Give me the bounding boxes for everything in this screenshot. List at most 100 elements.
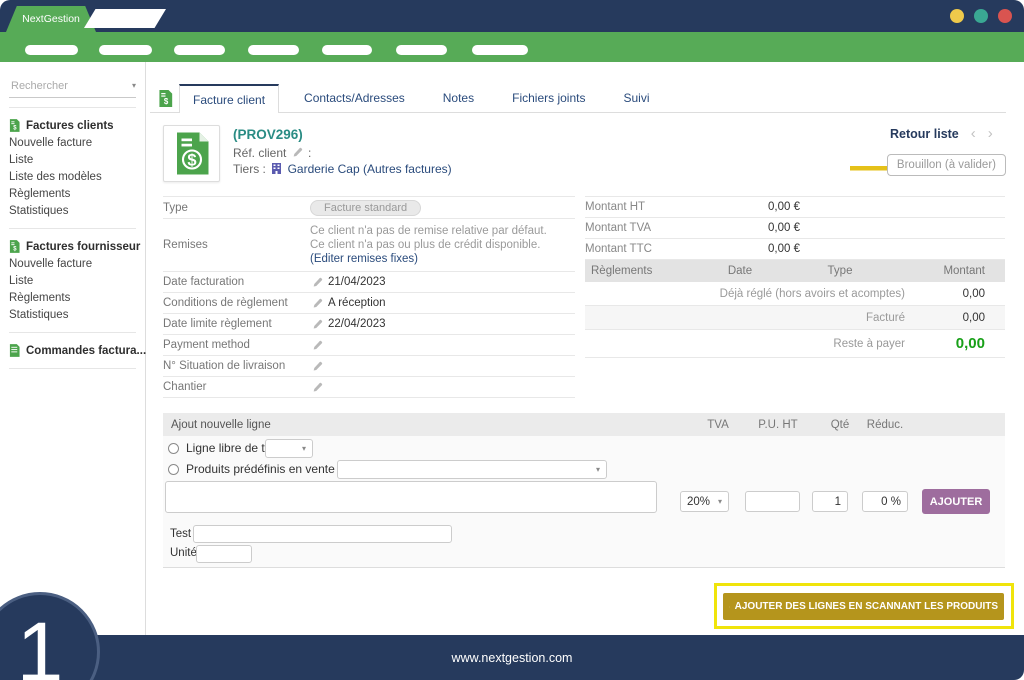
yellow-dot-icon (950, 9, 964, 23)
status-badge: Brouillon (à valider) (887, 154, 1006, 176)
detail-row: Date facturation 21/04/2023 (163, 272, 575, 293)
deja-regle-row: Déjà réglé (hors avoirs et acomptes) 0,0… (585, 282, 1005, 306)
invoice-icon: $ (9, 240, 20, 253)
invoice-icon: $ (174, 132, 210, 175)
edit-pencil-icon[interactable] (312, 298, 323, 309)
sidebar-item[interactable]: Liste (0, 272, 145, 289)
search-input[interactable] (9, 79, 132, 93)
edit-pencil-icon[interactable] (312, 340, 323, 351)
reste-a-payer-row: Reste à payer 0,00 (585, 330, 1005, 358)
menu-pill-2[interactable] (99, 45, 152, 55)
sidebar-section-factures-clients[interactable]: $ Factures clients (0, 117, 145, 134)
add-line-header: Ajout nouvelle ligne TVA P.U. HT Qté Réd… (163, 413, 1005, 436)
edit-pencil-icon[interactable] (292, 147, 303, 158)
tiers-link[interactable]: Garderie Cap (Autres factures) (288, 162, 452, 176)
chevron-down-icon[interactable]: ▾ (132, 82, 136, 90)
tab-notes[interactable]: Notes (430, 84, 487, 112)
tab-contacts-adresses[interactable]: Contacts/Adresses (291, 84, 418, 112)
teal-dot-icon (974, 9, 988, 23)
col-pu-ht: P.U. HT (758, 413, 797, 436)
detail-row: N° Situation de livraison (163, 356, 575, 377)
sidebar-item[interactable]: Liste (0, 151, 145, 168)
menu-pill-3[interactable] (174, 45, 225, 55)
menu-pill-1[interactable] (25, 45, 78, 55)
detail-row-remises: Remises Ce client n'a pas de remise rela… (163, 219, 575, 272)
sidebar-section-commandes[interactable]: Commandes factura... (0, 342, 145, 359)
ajouter-button[interactable]: AJOUTER (922, 489, 990, 514)
col-tva: TVA (707, 413, 729, 436)
sidebar-item[interactable]: Nouvelle facture (0, 255, 145, 272)
svg-text:$: $ (187, 152, 196, 170)
retour-liste-link[interactable]: Retour liste (890, 127, 959, 141)
tab-suivi[interactable]: Suivi (610, 84, 662, 112)
menu-pill-6[interactable] (396, 45, 447, 55)
detail-row: Date limite règlement 22/04/2023 (163, 314, 575, 335)
scan-products-button[interactable]: AJOUTER DES LIGNES EN SCANNANT LES PRODU… (723, 593, 1004, 620)
free-line-type-select[interactable]: ▾ (265, 439, 313, 458)
edit-pencil-icon[interactable] (312, 277, 323, 288)
invoice-icon: $ (158, 90, 173, 107)
test-input[interactable] (193, 525, 452, 543)
company-icon (272, 163, 281, 174)
menu-pill-4[interactable] (248, 45, 299, 55)
edit-pencil-icon[interactable] (312, 361, 323, 372)
totals-table: Montant HT 0,00 € Montant TVA 0,00 € Mon… (585, 196, 1005, 358)
unite-input[interactable] (196, 545, 252, 563)
detail-row: Payment method (163, 335, 575, 356)
barcode-icon (729, 602, 730, 612)
chevron-left-icon[interactable]: ‹ (971, 126, 976, 141)
detail-row: Conditions de règlement A réception (163, 293, 575, 314)
qte-input[interactable] (812, 491, 848, 512)
app-window: NextGestion ▾ $ Factures clients Nouvell… (0, 0, 1024, 680)
product-select[interactable]: ▾ (337, 460, 607, 479)
tab-fichiers-joints[interactable]: Fichiers joints (499, 84, 598, 112)
unite-label: Unité (170, 547, 197, 559)
chevron-down-icon: ▾ (718, 498, 722, 506)
tiers-row: Tiers : Garderie Cap (Autres factures) (233, 161, 452, 177)
invoice-header: (PROV296) Réf. client : Tiers : Garderie… (233, 127, 452, 177)
divider (9, 332, 136, 333)
total-row: Montant TTC 0,00 € (585, 239, 1005, 260)
total-row: Montant HT 0,00 € (585, 197, 1005, 218)
chevron-down-icon: ▾ (596, 466, 600, 474)
ref-client-row: Réf. client : (233, 145, 452, 161)
predefined-products-option: Produits prédéfinis en vente (168, 462, 335, 476)
edit-pencil-icon[interactable] (312, 382, 323, 393)
sidebar-item[interactable]: Statistiques (0, 306, 145, 323)
invoice-icon: $ (9, 119, 20, 132)
reglements-header: Règlements Date Type Montant (585, 260, 1005, 282)
line-description-input[interactable] (165, 481, 657, 513)
facture-row: Facturé 0,00 (585, 306, 1005, 330)
blank-tab[interactable] (84, 9, 166, 28)
editer-remises-link[interactable]: (Editer remises fixes) (310, 253, 418, 265)
sidebar-item[interactable]: Statistiques (0, 202, 145, 219)
divider (9, 368, 136, 369)
total-row: Montant TVA 0,00 € (585, 218, 1005, 239)
invoice-details-table: Type Facture standard Remises Ce client … (163, 196, 575, 398)
divider (9, 107, 136, 108)
sidebar-item[interactable]: Liste des modèles (0, 168, 145, 185)
invoice-tabbar: $ Facture client Contacts/Adresses Notes… (150, 84, 1006, 113)
chevron-right-icon[interactable]: › (988, 126, 993, 141)
footer-url: www.nextgestion.com (452, 651, 573, 665)
sidebar-item[interactable]: Nouvelle facture (0, 134, 145, 151)
menu-pill-7[interactable] (472, 45, 528, 55)
pu-ht-input[interactable] (745, 491, 800, 512)
order-icon (9, 344, 20, 357)
invoice-ref: (PROV296) (233, 127, 452, 143)
tva-select[interactable]: 20% ▾ (680, 491, 729, 512)
brand-tab[interactable]: NextGestion (6, 6, 96, 32)
tab-facture-client[interactable]: Facture client (179, 84, 279, 113)
sidebar-item[interactable]: Règlements (0, 289, 145, 306)
predefined-products-radio[interactable] (168, 464, 179, 475)
reduc-input[interactable] (862, 491, 908, 512)
menu-pill-5[interactable] (322, 45, 372, 55)
sidebar-item[interactable]: Règlements (0, 185, 145, 202)
divider (9, 228, 136, 229)
sidebar-search[interactable]: ▾ (9, 79, 136, 98)
invoice-thumbnail: $ (163, 125, 220, 182)
free-line-radio[interactable] (168, 443, 179, 454)
sidebar-section-factures-fournisseur[interactable]: $ Factures fournisseur (0, 238, 145, 255)
reste-a-payer-value: 0,00 (919, 335, 1005, 352)
edit-pencil-icon[interactable] (312, 319, 323, 330)
